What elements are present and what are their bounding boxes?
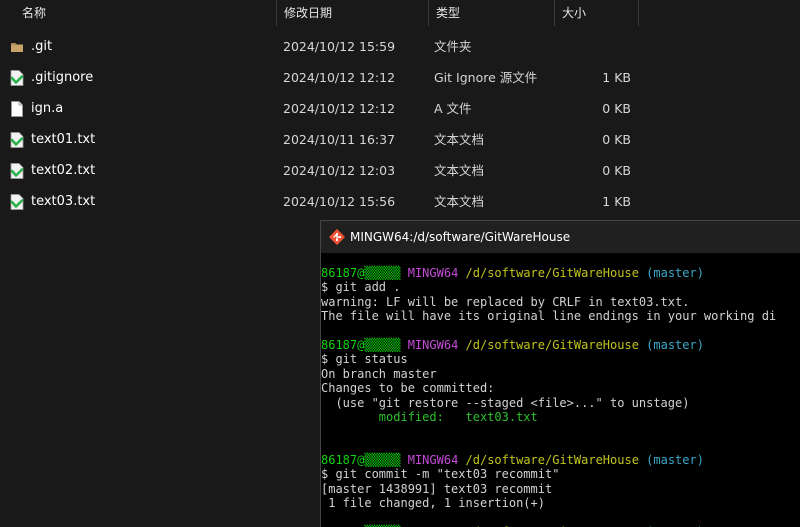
column-header-bar: 名称 ^ 修改日期 类型 大小 bbox=[0, 0, 800, 26]
column-header-name[interactable]: 名称 bbox=[14, 0, 46, 26]
output-line: [master 1438991] text03 recommit bbox=[321, 481, 553, 496]
command-line: $ git commit -m "text03 recommit" bbox=[321, 467, 560, 482]
command-line: $ git add . bbox=[321, 280, 401, 295]
folder-icon bbox=[11, 43, 23, 52]
terminal-window[interactable]: MINGW64:/d/software/GitWareHouse 86187@▒… bbox=[320, 220, 800, 527]
file-modified: 2024/10/12 12:12 bbox=[283, 101, 396, 116]
file-size: 1 KB bbox=[602, 70, 631, 85]
file-name: .git bbox=[31, 39, 53, 54]
file-modified: 2024/10/12 15:56 bbox=[283, 194, 396, 209]
prompt-host: MINGW64 bbox=[407, 337, 459, 352]
column-divider[interactable] bbox=[638, 0, 639, 26]
prompt-path: /d/software/GitWareHouse bbox=[465, 266, 639, 280]
file-row[interactable]: text01.txt 2024/10/11 16:37 文本文档 0 KB bbox=[0, 124, 800, 155]
file-type: 文本文档 bbox=[434, 194, 485, 209]
column-header-type[interactable]: 类型 bbox=[428, 0, 460, 26]
file-row[interactable]: .gitignore 2024/10/12 12:12 Git Ignore 源… bbox=[0, 62, 800, 93]
prompt-path: /d/software/GitWareHouse bbox=[465, 337, 639, 352]
git-bash-icon bbox=[329, 229, 345, 245]
file-size: 0 KB bbox=[602, 163, 631, 178]
output-line: Changes to be committed: bbox=[321, 381, 495, 396]
file-size: 0 KB bbox=[602, 101, 631, 116]
prompt-branch: (master) bbox=[646, 337, 704, 352]
file-size: 0 KB bbox=[602, 132, 631, 147]
terminal-output[interactable]: 86187@▒▒▒▒▒ MINGW64 /d/software/GitWareH… bbox=[321, 266, 800, 527]
prompt-user: 86187@▒▒▒▒▒ bbox=[321, 266, 401, 280]
file-row[interactable]: text03.txt 2024/10/12 15:56 文本文档 1 KB bbox=[0, 186, 800, 217]
output-line: On branch master bbox=[321, 366, 437, 381]
staged-file-line: modified: text03.txt bbox=[321, 409, 538, 424]
file-name: ign.a bbox=[31, 101, 64, 116]
terminal-titlebar[interactable]: MINGW64:/d/software/GitWareHouse bbox=[321, 221, 800, 253]
file-type: 文件夹 bbox=[434, 39, 472, 54]
prompt-user: 86187@▒▒▒▒▒ bbox=[321, 337, 401, 352]
git-file-icon bbox=[10, 70, 24, 86]
column-header-size[interactable]: 大小 bbox=[554, 0, 586, 26]
prompt-line: 86187@▒▒▒▒▒ MINGW64 /d/software/GitWareH… bbox=[321, 266, 800, 280]
prompt-branch: (master) bbox=[646, 453, 704, 468]
output-line: warning: LF will be replaced by CRLF in … bbox=[321, 294, 690, 309]
blank-file-icon bbox=[11, 101, 23, 117]
file-modified: 2024/10/12 12:12 bbox=[283, 70, 396, 85]
file-name: text02.txt bbox=[31, 163, 96, 178]
prompt-line: 86187@▒▒▒▒▒ MINGW64 /d/software/GitWareH… bbox=[321, 453, 800, 467]
file-size bbox=[560, 31, 631, 62]
file-row[interactable]: ign.a 2024/10/12 12:12 A 文件 0 KB bbox=[0, 93, 800, 124]
output-line: (use "git restore --staged <file>..." to… bbox=[321, 395, 690, 410]
prompt-user: 86187@▒▒▒▒▒ bbox=[321, 453, 401, 468]
file-type: A 文件 bbox=[434, 101, 472, 116]
file-type: 文本文档 bbox=[434, 132, 485, 147]
prompt-host: MINGW64 bbox=[407, 453, 459, 468]
file-name: text03.txt bbox=[31, 194, 96, 209]
column-header-modified[interactable]: 修改日期 bbox=[276, 0, 332, 26]
prompt-line: 86187@▒▒▒▒▒ MINGW64 /d/software/GitWareH… bbox=[321, 338, 800, 352]
git-file-icon bbox=[10, 132, 24, 148]
file-size: 1 KB bbox=[602, 194, 631, 209]
sort-ascending-icon: ^ bbox=[141, 0, 150, 7]
file-modified: 2024/10/11 16:37 bbox=[283, 132, 396, 147]
prompt-path: /d/software/GitWareHouse bbox=[465, 453, 639, 468]
output-line: 1 file changed, 1 insertion(+) bbox=[321, 496, 545, 511]
git-file-icon bbox=[10, 163, 24, 179]
file-type: Git Ignore 源文件 bbox=[434, 70, 538, 85]
git-file-icon bbox=[10, 194, 24, 210]
command-line: $ git status bbox=[321, 352, 408, 367]
file-modified: 2024/10/12 12:03 bbox=[283, 163, 396, 178]
file-modified: 2024/10/12 15:59 bbox=[283, 39, 396, 54]
file-name: .gitignore bbox=[31, 70, 94, 85]
file-row[interactable]: text02.txt 2024/10/12 12:03 文本文档 0 KB bbox=[0, 155, 800, 186]
file-name: text01.txt bbox=[31, 132, 96, 147]
prompt-host: MINGW64 bbox=[407, 266, 459, 280]
file-row[interactable]: .git 2024/10/12 15:59 文件夹 bbox=[0, 31, 800, 62]
terminal-title: MINGW64:/d/software/GitWareHouse bbox=[350, 230, 571, 244]
prompt-branch: (master) bbox=[646, 266, 704, 280]
file-type: 文本文档 bbox=[434, 163, 485, 178]
output-line: The file will have its original line end… bbox=[321, 309, 777, 324]
